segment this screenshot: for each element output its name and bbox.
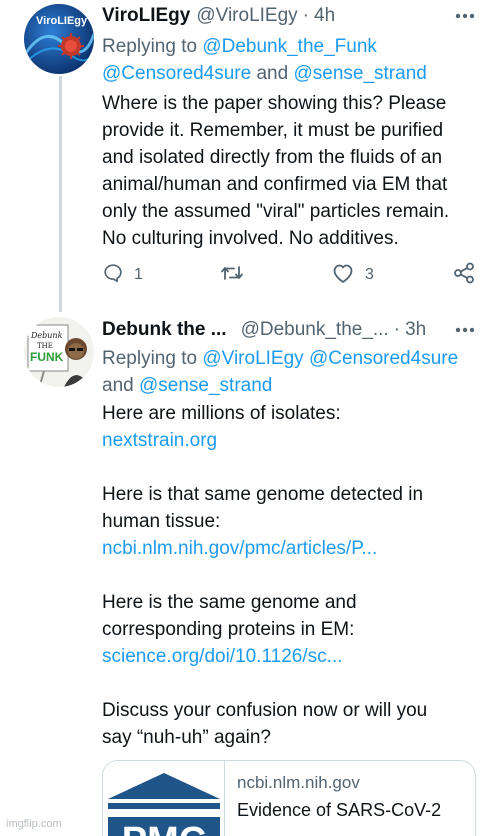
user-handle[interactable]: @Debunk_the_... (241, 319, 389, 341)
replying-to-label: Replying to (102, 36, 198, 57)
svg-text:Debunk: Debunk (30, 331, 63, 340)
avatar[interactable]: ViroLIEgy (24, 4, 94, 74)
body-line: Discuss your confusion now or will you (102, 700, 428, 721)
display-name[interactable]: ViroLIEgy (102, 5, 190, 27)
svg-text:FUNK: FUNK (30, 350, 64, 364)
pmc-logo: PMC (103, 761, 225, 836)
and-label: and (256, 63, 289, 84)
svg-text:THE: THE (37, 342, 53, 350)
tweet-viroliegy[interactable]: ViroLIEgy ViroLIEgy @ViroLIEgy · 4h Repl… (0, 0, 500, 312)
body-line: animal/human and confirmed via EM that (102, 174, 448, 195)
mention-debunk-the-funk[interactable]: @Debunk_the_Funk (202, 36, 377, 57)
card-info: ncbi.nlm.nih.gov Evidence of SARS-CoV-2 (225, 761, 453, 836)
body-line: human tissue: (102, 511, 221, 532)
mention-sense-strand[interactable]: @sense_strand (139, 375, 272, 396)
body-line: Here is that same genome detected in (102, 484, 424, 505)
retweet-icon (220, 262, 244, 289)
timestamp[interactable]: 4h (314, 5, 335, 27)
mention-censored4sure[interactable]: @Censored4sure (102, 63, 251, 84)
card-domain: ncbi.nlm.nih.gov (237, 773, 360, 792)
tweet-header: Debunk the ... @Debunk_the_... · 3h (102, 317, 426, 343)
separator-dot: · (393, 319, 401, 340)
timestamp[interactable]: 3h (405, 319, 426, 341)
more-icon[interactable] (452, 3, 478, 29)
body-line: provide it. Remember, it must be purifie… (102, 120, 444, 141)
retweet-button[interactable] (220, 262, 244, 288)
reply-icon (102, 262, 124, 289)
like-count: 3 (365, 266, 374, 283)
body-line: No culturing involved. No additives. (102, 228, 399, 249)
like-button[interactable]: 3 (331, 262, 374, 288)
body-line: Here is the same genome and (102, 592, 357, 613)
link-preview-card[interactable]: PMC ncbi.nlm.nih.gov Evidence of SARS-Co… (102, 760, 476, 836)
body-line: Here are millions of isolates: (102, 403, 341, 424)
like-icon (331, 262, 355, 289)
pmc-logo-text: PMC (122, 820, 206, 836)
card-title: Evidence of SARS-CoV-2 (237, 800, 442, 820)
replying-to: Replying to @Debunk_the_Funk @Censored4s… (102, 33, 482, 87)
link-ncbi[interactable]: ncbi.nlm.nih.gov/pmc/articles/P... (102, 535, 472, 562)
reply-button[interactable]: 1 (102, 262, 143, 288)
display-name[interactable]: Debunk the ... (102, 319, 227, 341)
replying-to: Replying to @ViroLIEgy @Censored4sure an… (102, 345, 482, 399)
mention-viroliegy[interactable]: @ViroLIEgy (202, 348, 303, 369)
tweet-actions: 1 3 (102, 262, 478, 288)
separator-dot: · (302, 5, 309, 26)
tweet-debunk-the-funk[interactable]: Debunk THE FUNK Debunk the ... @Debunk_t… (0, 300, 500, 836)
link-nextstrain[interactable]: nextstrain.org (102, 427, 472, 454)
and-label: and (102, 375, 134, 396)
body-line: say “nuh-uh” again? (102, 727, 271, 748)
link-science[interactable]: science.org/doi/10.1126/sc... (102, 643, 472, 670)
share-icon (452, 262, 476, 289)
body-line: only the assumed "viral" particles remai… (102, 201, 450, 222)
body-line: corresponding proteins in EM: (102, 619, 355, 640)
avatar[interactable]: Debunk THE FUNK (24, 317, 94, 387)
user-handle[interactable]: @ViroLIEgy (196, 5, 297, 27)
mention-censored4sure[interactable]: @Censored4sure (309, 348, 458, 369)
tweet-body: Here are millions of isolates: nextstrai… (102, 400, 472, 751)
more-icon[interactable] (452, 317, 478, 343)
tweet-header: ViroLIEgy @ViroLIEgy · 4h (102, 3, 335, 29)
mention-sense-strand[interactable]: @sense_strand (293, 63, 426, 84)
reply-count: 1 (134, 266, 143, 283)
body-line: and isolated directly from the fluids of… (102, 147, 443, 168)
replying-to-label: Replying to (102, 348, 198, 369)
tweet-body: Where is the paper showing this? Please … (102, 90, 472, 252)
body-line: Where is the paper showing this? Please (102, 93, 447, 114)
thread-connector-line (59, 76, 62, 312)
watermark: imgflip.com (6, 818, 62, 830)
avatar-logo-text: ViroLIEgy (36, 15, 88, 27)
share-button[interactable] (452, 262, 476, 288)
